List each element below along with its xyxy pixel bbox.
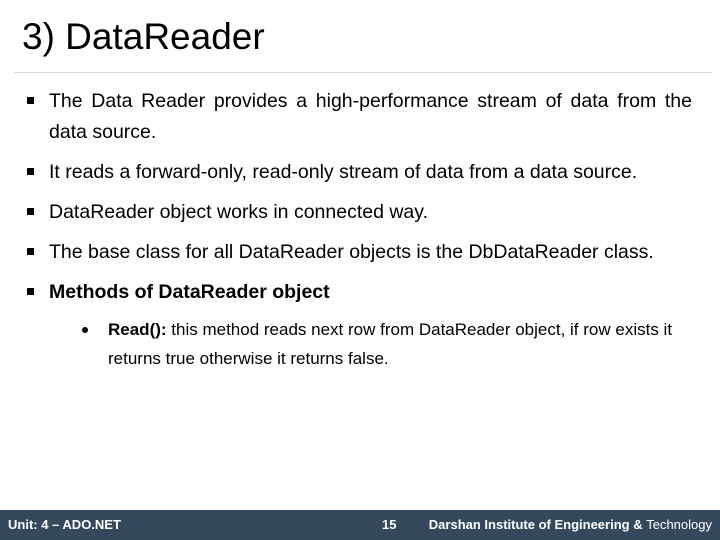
- page-number: 15: [382, 517, 397, 532]
- bullet-text: It reads a forward-only, read-only strea…: [49, 161, 638, 183]
- bullet-text: The base class for all DataReader object…: [49, 241, 654, 263]
- bullet-item: It reads a forward-only, read-only strea…: [27, 157, 692, 188]
- round-bullet-icon: [82, 327, 88, 333]
- method-description: this method reads next row from DataRead…: [108, 320, 673, 368]
- slide-title: 3) DataReader: [22, 16, 265, 57]
- institute-name-regular: Technology: [646, 517, 712, 532]
- bullet-item: The base class for all DataReader object…: [27, 237, 692, 268]
- title-divider: [14, 72, 712, 73]
- slide-footer: Unit: 4 – ADO.NET 15 Darshan Institute o…: [0, 510, 720, 540]
- bullet-text: Methods of DataReader object: [49, 281, 330, 303]
- bullet-item: DataReader object works in connected way…: [27, 197, 692, 228]
- square-bullet-icon: [27, 97, 34, 104]
- footer-institute: Darshan Institute of Engineering & Techn…: [429, 517, 712, 532]
- method-item-read: Read(): this method reads next row from …: [82, 315, 692, 373]
- square-bullet-icon: [27, 248, 34, 255]
- square-bullet-icon: [27, 208, 34, 215]
- bullet-text: The Data Reader provides a high-performa…: [49, 90, 692, 143]
- square-bullet-icon: [27, 168, 34, 175]
- slide-content: The Data Reader provides a high-performa…: [27, 86, 692, 373]
- methods-list: Read(): this method reads next row from …: [27, 315, 692, 373]
- institute-name-bold: Darshan Institute of Engineering &: [428, 517, 647, 532]
- footer-unit: Unit: 4 – ADO.NET: [8, 517, 121, 532]
- bullet-item: The Data Reader provides a high-performa…: [27, 86, 692, 148]
- bullet-text: DataReader object works in connected way…: [49, 201, 429, 223]
- bullet-item-methods-heading: Methods of DataReader object: [27, 277, 692, 308]
- square-bullet-icon: [27, 288, 34, 295]
- method-name: Read():: [108, 320, 167, 339]
